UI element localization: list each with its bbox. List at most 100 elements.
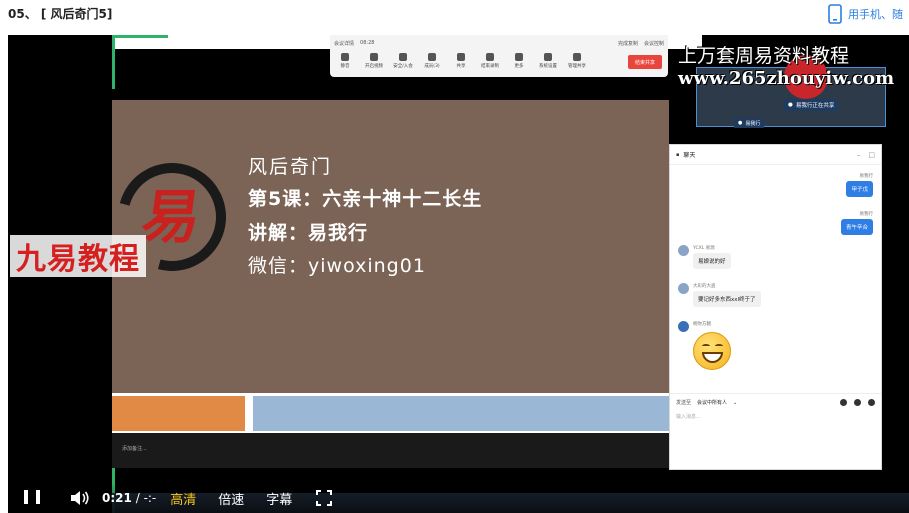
chat-message: 易我行 甲子戊 bbox=[846, 173, 873, 197]
slide-notes-placeholder: 添加备注... bbox=[122, 446, 147, 452]
mobile-link-label: 用手机、随 bbox=[848, 8, 903, 21]
chat-title: 聊天 bbox=[683, 152, 696, 159]
participant-name-text: 易我行 bbox=[745, 120, 761, 127]
chat-message: YCXL 易源 易娘说的好 bbox=[678, 245, 731, 269]
chat-icon: ▪ bbox=[676, 151, 680, 158]
pause-button[interactable] bbox=[24, 490, 40, 506]
share-icon bbox=[457, 53, 465, 61]
watermark-title: 上万套周易资料教程 bbox=[678, 45, 850, 67]
page-header: 05、 [ 风后奇门5] 用手机、随 bbox=[0, 0, 909, 28]
settings-button[interactable]: 系统设置 bbox=[537, 53, 559, 69]
chat-message: 大彩的大盗 要记好多东西xxl终于了 bbox=[678, 283, 761, 307]
fullscreen-corner-tl bbox=[316, 490, 322, 495]
more-button-label: 更多 bbox=[514, 64, 524, 69]
share-border-left bbox=[112, 35, 115, 89]
video-player[interactable]: 会议详情 08:28 完成复制 会议控制 静音 开启视频 安全/入会 成员(3)… bbox=[8, 35, 909, 513]
phone-icon bbox=[828, 4, 842, 24]
participant-name-tag: ● 易我行 bbox=[734, 118, 765, 128]
security-button[interactable]: 安全/入会 bbox=[392, 53, 414, 69]
shield-icon bbox=[399, 53, 407, 61]
monitor-icon bbox=[573, 53, 581, 61]
settings-button-label: 系统设置 bbox=[539, 64, 557, 69]
quality-button[interactable]: 高清 bbox=[170, 489, 196, 508]
watch-on-mobile-link[interactable]: 用手机、随 bbox=[828, 3, 903, 25]
security-button-label: 安全/入会 bbox=[393, 64, 413, 69]
chat-panel: ▪ 聊天 – □ 易我行 甲子戊 易我行 青午辛合 YCXL 易源 易娘说的好 bbox=[669, 144, 882, 470]
emoji-eye-right bbox=[715, 344, 723, 348]
time-separator: / bbox=[135, 491, 140, 505]
more-button[interactable]: 更多 bbox=[508, 53, 530, 69]
video-button[interactable]: 开启视频 bbox=[363, 53, 385, 69]
pause-icon-bar-right bbox=[36, 490, 40, 504]
watermark-url: www.265zhouyiw.com bbox=[678, 68, 895, 89]
more-icon bbox=[515, 53, 523, 61]
share-border-top bbox=[112, 35, 168, 38]
grinning-emoji-icon bbox=[693, 332, 731, 370]
record-button-label: 结束录制 bbox=[481, 64, 499, 69]
slide-blue-bar bbox=[253, 396, 669, 431]
participant-user-icon: ● bbox=[738, 120, 743, 126]
maximize-icon[interactable]: □ bbox=[868, 151, 875, 159]
send-to-label: 发送至 bbox=[676, 400, 692, 406]
avatar bbox=[678, 321, 689, 332]
chevron-down-icon[interactable]: ⌄ bbox=[733, 400, 737, 406]
chat-sender: 大彩的大盗 bbox=[693, 284, 716, 289]
time-current: 0:21 bbox=[102, 491, 132, 505]
send-to-select[interactable]: 会议中所有人 bbox=[697, 399, 727, 406]
mute-button[interactable]: 静音 bbox=[334, 53, 356, 69]
chat-send-bar: 发送至 会议中所有人 ⌄ bbox=[670, 393, 881, 411]
emoji-icon[interactable] bbox=[840, 399, 847, 406]
manage-share-button[interactable]: 管理共享 bbox=[566, 53, 588, 69]
members-button[interactable]: 成员(3) bbox=[421, 53, 443, 69]
meeting-info-label[interactable]: 会议详情 bbox=[334, 40, 354, 47]
chat-sender: 易我行 bbox=[859, 174, 874, 179]
chat-bubble: 要记好多东西xxl终于了 bbox=[693, 291, 761, 307]
chat-header: ▪ 聊天 – □ bbox=[670, 145, 881, 165]
fullscreen-corner-br bbox=[327, 501, 333, 506]
chat-input[interactable]: 输入消息... bbox=[676, 413, 701, 420]
gear-icon bbox=[544, 53, 552, 61]
camera-icon bbox=[370, 53, 378, 61]
time-total: -:- bbox=[143, 491, 157, 505]
share-button[interactable]: 共享 bbox=[450, 53, 472, 69]
end-share-button[interactable]: 结束共享 bbox=[628, 55, 662, 69]
subtitles-button[interactable]: 字幕 bbox=[266, 489, 292, 508]
playback-time: 0:21 / -:- bbox=[102, 491, 156, 505]
members-button-label: 成员(3) bbox=[424, 64, 440, 69]
manage-share-button-label: 管理共享 bbox=[568, 64, 586, 69]
brand-overlay: 九易教程 bbox=[10, 235, 146, 277]
microphone-icon bbox=[341, 53, 349, 61]
sharing-status-tag: ● 易我行正在共享 bbox=[784, 99, 839, 111]
fullscreen-corner-bl bbox=[316, 501, 322, 506]
meeting-copy-label[interactable]: 完成复制 bbox=[618, 40, 638, 47]
pause-icon-bar-left bbox=[24, 490, 28, 504]
chat-sender: 易我行 bbox=[859, 212, 874, 217]
slide-wechat: 微信：yiwoxing01 bbox=[248, 255, 426, 277]
emoji-eye-left bbox=[702, 344, 710, 348]
chat-message: 桐你方翻 bbox=[678, 321, 731, 370]
slide-notes-area bbox=[112, 433, 669, 468]
chat-sender: 桐你方翻 bbox=[693, 322, 711, 327]
fullscreen-icon[interactable] bbox=[316, 490, 333, 506]
chat-bubble: 甲子戊 bbox=[846, 181, 873, 197]
speed-button[interactable]: 倍速 bbox=[218, 489, 244, 508]
chat-sender: YCXL 易源 bbox=[693, 246, 715, 251]
page-title: 05、 [ 风后奇门5] bbox=[8, 7, 113, 21]
file-icon[interactable] bbox=[854, 399, 861, 406]
slide-orange-bar bbox=[112, 396, 245, 431]
avatar bbox=[678, 245, 689, 256]
chat-message: 易我行 青午辛合 bbox=[840, 211, 874, 235]
more-options-icon[interactable] bbox=[868, 399, 875, 406]
record-button[interactable]: 结束录制 bbox=[479, 53, 501, 69]
sharing-user-icon: ● bbox=[788, 102, 793, 108]
chat-bubble: 易娘说的好 bbox=[693, 253, 731, 269]
minimize-icon[interactable]: – bbox=[857, 151, 861, 159]
sharing-status-text: 易我行正在共享 bbox=[795, 103, 835, 109]
mute-button-label: 静音 bbox=[340, 64, 350, 69]
meeting-control-label[interactable]: 会议控制 bbox=[644, 40, 664, 47]
volume-icon[interactable] bbox=[70, 490, 90, 506]
people-icon bbox=[428, 53, 436, 61]
slide-course-title: 风后奇门 bbox=[248, 156, 333, 178]
record-icon bbox=[486, 53, 494, 61]
fullscreen-corner-tr bbox=[327, 490, 333, 495]
